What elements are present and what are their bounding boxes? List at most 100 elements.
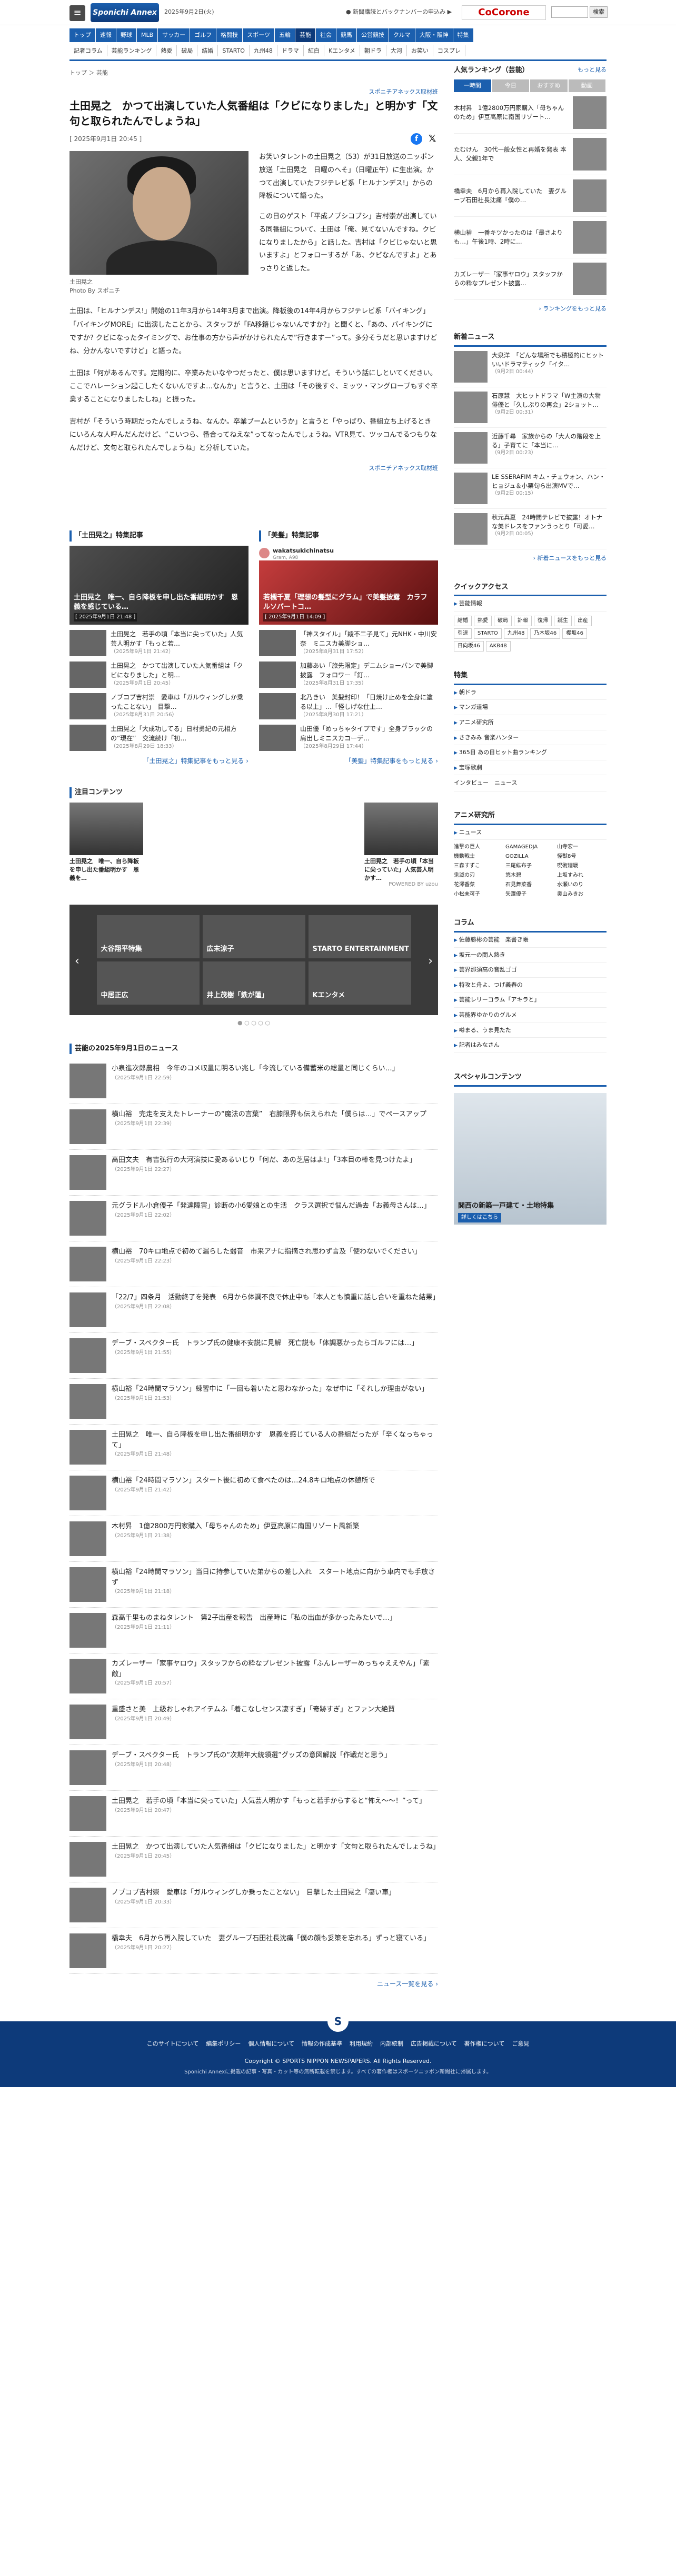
footer-link[interactable]: 個人情報について (248, 2039, 294, 2049)
feature-link[interactable]: アニメ研究所 (454, 715, 607, 730)
quick-tag[interactable]: 櫻坂46 (562, 628, 587, 639)
nav-item[interactable]: 五輪 (274, 28, 295, 42)
related-item[interactable]: 土田晃之 かつて出演していた人気番組は「クビになりました」と明… （2025年9月… (69, 661, 248, 688)
anime-tag[interactable]: 鬼滅の刃 (454, 871, 503, 880)
anime-tag[interactable]: 水瀬いのり (557, 881, 607, 889)
column-link[interactable]: 記者はみなさん (454, 1038, 607, 1053)
quick-tag[interactable]: 日向坂46 (454, 640, 484, 651)
slider-dots[interactable]: ● ○ ○ ○ ○ (69, 1018, 438, 1028)
featured-card[interactable]: 土田晃之 若手の頃「本当に尖っていた」人気芸人明かす… (364, 803, 438, 883)
nav-item[interactable]: 格闘技 (216, 28, 243, 42)
nav-item[interactable]: スポーツ (243, 28, 275, 42)
quick-tag[interactable]: 復帰 (534, 615, 552, 626)
news-item[interactable]: 木村昇 1億2800万円家購入「母ちゃんのため」伊豆高原に南国リゾート風新築 （2… (69, 1516, 438, 1562)
ad-banner[interactable]: 関西の新築一戸建て・土地特集 詳しくはこちら (454, 1092, 607, 1225)
slider-tile[interactable]: 広末涼子 (202, 915, 305, 958)
anime-tag[interactable]: 石見舞菜香 (505, 881, 555, 889)
subnav-item[interactable]: STARTO (218, 45, 250, 57)
search-input[interactable] (551, 6, 588, 18)
related-more-link[interactable]: 「美髪」特集記事をもっと見る › (259, 756, 438, 766)
subnav-item[interactable]: Kエンタメ (324, 45, 360, 57)
anime-tag[interactable]: 山寺宏一 (557, 843, 607, 851)
feature-link[interactable]: 365日 あの日ヒット曲ランキング (454, 745, 607, 760)
article-photo[interactable] (69, 151, 248, 275)
breadcrumb[interactable]: トップ ＞ 芸能 (69, 65, 438, 81)
site-logo[interactable]: Sponichi Annex (91, 3, 159, 22)
news-item[interactable]: 土田晃之 かつて出演していた人気番組は「クビになりました」と明かす「文句と取られ… (69, 1837, 440, 1883)
quick-tag[interactable]: AKB48 (485, 640, 511, 651)
feature-link[interactable]: さきみみ 音楽ハンター (454, 730, 607, 746)
news-more-link[interactable]: ニュース一覧を見る › (69, 1979, 438, 1989)
subnav-item[interactable]: コスプレ (433, 45, 465, 57)
news-item[interactable]: 元グラドル小倉優子「発達障害」診断の小6愛娘との生活 クラス選択で悩んだ過去「お… (69, 1196, 438, 1242)
quick-tag[interactable]: 乃木坂46 (530, 628, 561, 639)
news-item[interactable]: 重盛さと美 上級おしゃれアイテムふ「着こなしセンス凄すぎ」「奇跡すぎ」とファン大… (69, 1699, 438, 1746)
menu-icon[interactable]: ≡ (69, 5, 85, 21)
anime-tag[interactable]: 悠木碧 (505, 871, 555, 880)
search-button[interactable]: 検索 (590, 6, 608, 18)
news-item[interactable]: 高田文夫 有吉弘行の大河演技に愛あるいじり「何だ、あの芝居はよ!」「3本目の棒を… (69, 1150, 438, 1196)
new-news-more[interactable]: › 新着ニュースをもっと見る (454, 554, 607, 563)
related-item[interactable]: 土田晃之 若手の頃「本当に尖っていた」人気芸人明かす「もっと若… （2025年9月… (69, 630, 248, 657)
new-news-item[interactable]: 石原慧 大ヒットドラマ「W主演の大物俳優と「久しぶりの再会」2ショット… （9月2… (454, 387, 607, 428)
nav-item[interactable]: MLB (137, 28, 158, 42)
subscribe-link[interactable]: ● 新聞購読とバックナンバーの申込み ▶ (346, 7, 452, 17)
anime-tag[interactable]: 三尾紘布子 (505, 862, 555, 870)
column-link[interactable]: 坂元一の関人熱き (454, 948, 607, 963)
feature-link[interactable]: 宝塚歌劇 (454, 760, 607, 776)
anime-tag[interactable]: 怪獣8号 (557, 853, 607, 861)
nav-item[interactable]: 芸能 (295, 28, 316, 42)
footer-link[interactable]: ご意見 (512, 2039, 529, 2049)
ranking-item[interactable]: カズレーザー「家事ヤロウ」スタッフからの粋なプレゼント披露… (454, 258, 607, 300)
news-item[interactable]: 橋幸夫 6月から再入院していた 妻グループ石田社長沈痛「僕の顔も妥策を忘れる」ず… (69, 1928, 438, 1974)
column-link[interactable]: 噂まる、うま見たた (454, 1023, 607, 1038)
anime-tag[interactable]: 機動戦士 (454, 853, 503, 861)
nav-item[interactable]: 速報 (96, 28, 116, 42)
news-item[interactable]: 横山裕「24時間マラソン」スタート後に初めて食べたのは…24.8キロ地点の休憩所… (69, 1470, 438, 1517)
related-item[interactable]: 加藤あい「旅先限定」デニムショーパンで美脚披露 フォロワー「釘… （2025年8月… (259, 661, 438, 688)
new-news-item[interactable]: 秋元真夏 24時間テレビで披露！オトナな美ドレスをファンうっとり「可愛… （9月2… (454, 509, 607, 549)
slider-tile[interactable]: 大谷翔平特集 (96, 915, 200, 958)
news-item[interactable]: 「22/7」四条月 活動終了を発表 6月から体調不良で休止中も「本人とも慎重に話… (69, 1287, 439, 1334)
anime-tag[interactable]: GOZILLA (505, 853, 555, 861)
subnav-item[interactable]: ドラマ (277, 45, 304, 57)
anime-news-link[interactable]: ニュース (454, 825, 607, 840)
facebook-share-icon[interactable]: f (411, 133, 422, 145)
news-item[interactable]: デーブ・スペクター氏 トランプ氏の“次期年大統領選”グッズの意図解説「作戦だと思… (69, 1745, 438, 1791)
subnav-item[interactable]: 熱愛 (156, 45, 177, 57)
source-credit-bottom[interactable]: スポニチアネックス取材班 (69, 464, 438, 473)
nav-item[interactable]: 特集 (453, 28, 474, 42)
footer-link[interactable]: 著作権について (464, 2039, 505, 2049)
slider-tile[interactable]: 井上茂樹「鉄が蓮」 (202, 961, 305, 1005)
news-item[interactable]: 森高千里ものまねタレント 第2子出産を報告 出産時に「私の出血が多かったみたいで… (69, 1608, 438, 1654)
interview-link[interactable]: インタビュー ニュース (454, 775, 607, 791)
news-item[interactable]: デーブ・スペクター氏 トランプ氏の健康不安説に見解 死亡説も「体調悪かったらゴル… (69, 1333, 438, 1379)
ranking-tab[interactable]: 今日 (492, 79, 529, 92)
new-news-item[interactable]: 近藤千尋 家族からの「大人の階段を上る」子育てに「本当に… （9月2日 00:23… (454, 428, 607, 468)
ranking-item[interactable]: 横山裕 一番キツかったのは「最さよりも…」午後1時、2時に… (454, 217, 607, 258)
news-item[interactable]: 横山裕「24時間マラソン」当日に持参していた弟からの差し入れ スタート地点に向か… (69, 1562, 438, 1608)
nav-item[interactable]: サッカー (158, 28, 191, 42)
news-item[interactable]: 土田晃之 若手の頃「本当に尖っていた」人気芸人明かす「もっと若手からすると“怖え… (69, 1791, 438, 1837)
subnav-item[interactable]: 九州48 (250, 45, 277, 57)
footer-link[interactable]: 情報の作成基準 (302, 2039, 342, 2049)
nav-item[interactable]: 公営競技 (356, 28, 389, 42)
ranking-tab[interactable]: 動画 (568, 79, 605, 92)
news-item[interactable]: ノブコブ吉村崇 愛車は「ガルウィングしか乗ったことない」 目撃した土田晃之「凄い… (69, 1882, 438, 1929)
nav-item[interactable]: ゴルフ (190, 28, 217, 42)
chevron-right-icon[interactable]: › (428, 952, 433, 970)
chevron-left-icon[interactable]: ‹ (75, 952, 79, 970)
quick-tag[interactable]: 訃報 (514, 615, 532, 626)
quick-tag[interactable]: 破局 (494, 615, 512, 626)
quick-tag[interactable]: 引退 (454, 628, 472, 639)
source-credit[interactable]: スポニチアネックス取材班 (69, 87, 438, 97)
ranking-item[interactable]: 橋幸夫 6月から再入院していた 妻グループ石田社長沈痛「僕の… (454, 175, 607, 217)
quick-tag[interactable]: 結婚 (454, 615, 472, 626)
nav-item[interactable]: 野球 (116, 28, 137, 42)
cocorone-banner[interactable]: CoCorone (462, 5, 546, 20)
news-item[interactable]: 横山裕 70キロ地点で初めて漏らした弱音 市来アナに指摘され思わず言及「使わない… (69, 1241, 438, 1288)
subnav-item[interactable]: 結婚 (197, 45, 218, 57)
quick-tag[interactable]: 熱愛 (474, 615, 492, 626)
related-item[interactable]: 北乃きい 美髪封印！「日焼け止めを全身に塗る以上」…「怪しげな仕上… （2025年… (259, 693, 438, 720)
news-item[interactable]: 横山裕 完走を支えたトレーナーの“魔法の言葉” 右膝限界も伝えられた「僕らは…」… (69, 1104, 438, 1150)
